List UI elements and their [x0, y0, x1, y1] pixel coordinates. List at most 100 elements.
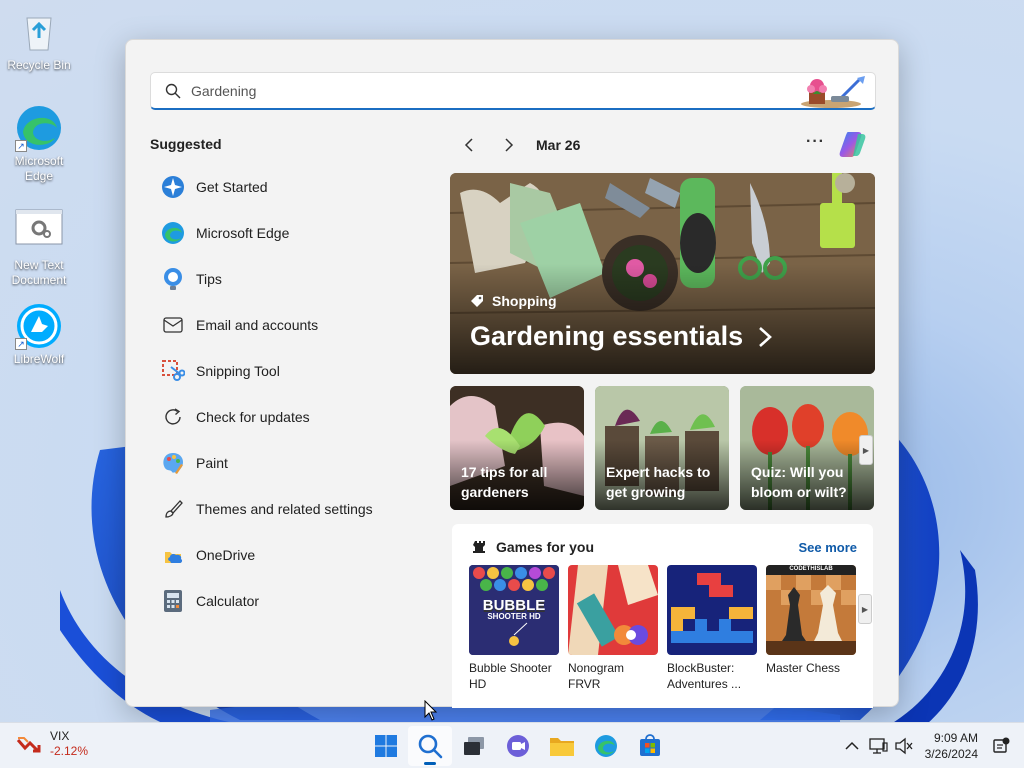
edge-icon	[160, 220, 186, 246]
suggested-item-label: OneDrive	[196, 547, 256, 563]
previous-button[interactable]	[456, 132, 482, 158]
chevron-up-icon	[845, 741, 859, 750]
suggested-item-label: Check for updates	[196, 409, 310, 425]
games-title: Games for you	[472, 539, 594, 555]
search-input[interactable]	[191, 79, 791, 103]
copilot-icon[interactable]	[838, 128, 870, 165]
folder-icon	[550, 738, 574, 756]
notification-icon	[993, 737, 1010, 753]
search-panel: Suggested Get Started Microsoft Edge Tip…	[125, 39, 899, 708]
mouse-cursor-icon	[424, 700, 438, 721]
taskbar-apps	[364, 723, 672, 768]
game-tile[interactable]: Nonogram FRVR	[568, 565, 658, 692]
suggested-item-themes[interactable]: Themes and related settings	[150, 486, 430, 532]
hero-tag: Shopping	[470, 293, 557, 309]
stock-widget[interactable]: VIX -2.12%	[16, 729, 88, 759]
suggested-item-tips[interactable]: Tips	[150, 256, 430, 302]
story-card[interactable]: Expert hacks to get growing	[595, 386, 729, 510]
suggested-item-check-updates[interactable]: Check for updates	[150, 394, 430, 440]
network-button[interactable]	[865, 731, 891, 761]
chevron-left-icon	[464, 138, 473, 152]
game-tile[interactable]: BlockBuster: Adventures ...	[667, 565, 757, 692]
suggested-item-get-started[interactable]: Get Started	[150, 164, 430, 210]
more-options-button[interactable]: ···	[806, 133, 825, 151]
calculator-icon	[160, 588, 186, 614]
suggested-item-onedrive[interactable]: OneDrive	[150, 532, 430, 578]
story-card-title: Expert hacks to get growing	[606, 464, 711, 500]
hero-headline: Gardening essentials	[470, 321, 773, 352]
file-explorer-button[interactable]	[540, 726, 584, 766]
suggested-item-microsoft-edge[interactable]: Microsoft Edge	[150, 210, 430, 256]
network-icon	[868, 738, 888, 754]
game-tile[interactable]: CODETHISLAB Master Chess	[766, 565, 856, 692]
windows-logo-icon	[375, 735, 397, 757]
shortcut-arrow-icon: ↗	[15, 338, 27, 350]
suggested-item-calculator[interactable]: Calculator	[150, 578, 430, 624]
story-card[interactable]: Quiz: Will you bloom or wilt?	[740, 386, 874, 510]
hero-headline-text: Gardening essentials	[470, 321, 744, 351]
task-view-icon	[464, 737, 484, 755]
desktop-icon-edge[interactable]: ↗ Microsoft Edge	[4, 104, 74, 184]
search-button[interactable]	[408, 726, 452, 766]
chat-icon	[507, 735, 529, 757]
game-name: Nonogram FRVR	[568, 661, 625, 691]
feed-nav: Mar 26	[456, 132, 580, 158]
gardening-illustration-icon	[795, 74, 871, 113]
suggested-item-email-accounts[interactable]: Email and accounts	[150, 302, 430, 348]
tag-icon	[471, 295, 483, 307]
search-box[interactable]	[150, 72, 876, 110]
suggested-item-label: Email and accounts	[196, 317, 319, 333]
chevron-right-icon	[505, 138, 514, 152]
shortcut-arrow-icon: ↗	[15, 140, 27, 152]
games-next-button[interactable]: ▶	[858, 594, 872, 624]
desktop-icon-label: Microsoft Edge	[14, 154, 64, 183]
brush-icon	[160, 496, 186, 522]
snipping-tool-icon	[160, 358, 186, 384]
cards-next-button[interactable]: ▶	[859, 435, 873, 465]
start-button[interactable]	[364, 726, 408, 766]
task-view-button[interactable]	[452, 726, 496, 766]
clock-date: 3/26/2024	[924, 747, 978, 761]
story-card[interactable]: 17 tips for all gardeners	[450, 386, 584, 510]
chess-art	[766, 565, 856, 655]
suggested-item-label: Tips	[196, 271, 222, 287]
story-cards: 17 tips for all gardeners Expert hacks t…	[450, 386, 874, 510]
hero-shade	[450, 264, 875, 374]
game-tile[interactable]: BUBBLE SHOOTER HD Bubble Shooter HD	[469, 565, 559, 692]
store-button[interactable]	[628, 726, 672, 766]
edge-icon: ↗	[15, 104, 63, 152]
hero-card[interactable]: Shopping Gardening essentials	[450, 173, 875, 374]
caret-right-icon: ▶	[861, 604, 869, 614]
games-section: Games for you See more BUBBLE SHOOTER HD	[452, 524, 873, 708]
game-name: Bubble Shooter HD	[469, 661, 552, 691]
clock[interactable]: 9:09 AM 3/26/2024	[925, 730, 978, 762]
chess-rook-icon	[473, 541, 485, 553]
suggested-item-paint[interactable]: Paint	[150, 440, 430, 486]
next-button[interactable]	[496, 132, 522, 158]
desktop-icon-recycle-bin[interactable]: Recycle Bin	[4, 8, 74, 73]
search-icon	[165, 83, 181, 104]
blockbuster-thumbnail	[667, 565, 757, 655]
librewolf-icon: ↗	[15, 302, 63, 350]
taskbar: VIX -2.12% 9:09 AM 3/26/2024	[0, 722, 1024, 768]
desktop-icon-librewolf[interactable]: ↗ LibreWolf	[4, 302, 74, 367]
game-name: BlockBuster: Adventures ...	[667, 661, 742, 691]
chevron-right-icon	[759, 326, 773, 347]
codethislab-logo: CODETHISLAB	[789, 566, 833, 572]
desktop-icon-label: Recycle Bin	[7, 58, 71, 72]
notifications-button[interactable]	[988, 731, 1014, 761]
nonogram-thumbnail	[568, 565, 658, 655]
show-hidden-icons-button[interactable]	[839, 731, 865, 761]
teams-chat-button[interactable]	[496, 726, 540, 766]
suggested-item-label: Snipping Tool	[196, 363, 280, 379]
text-document-icon	[15, 208, 63, 256]
blocks-art	[667, 565, 757, 655]
suggested-item-snipping-tool[interactable]: Snipping Tool	[150, 348, 430, 394]
system-tray: 9:09 AM 3/26/2024	[839, 723, 1024, 768]
desktop-icon-new-text-document[interactable]: New Text Document	[4, 208, 74, 288]
edge-button[interactable]	[584, 726, 628, 766]
see-more-link[interactable]: See more	[798, 540, 857, 555]
master-chess-thumbnail: CODETHISLAB	[766, 565, 856, 655]
volume-button[interactable]	[891, 731, 917, 761]
bubble-shooter-thumbnail: BUBBLE SHOOTER HD	[469, 565, 559, 655]
